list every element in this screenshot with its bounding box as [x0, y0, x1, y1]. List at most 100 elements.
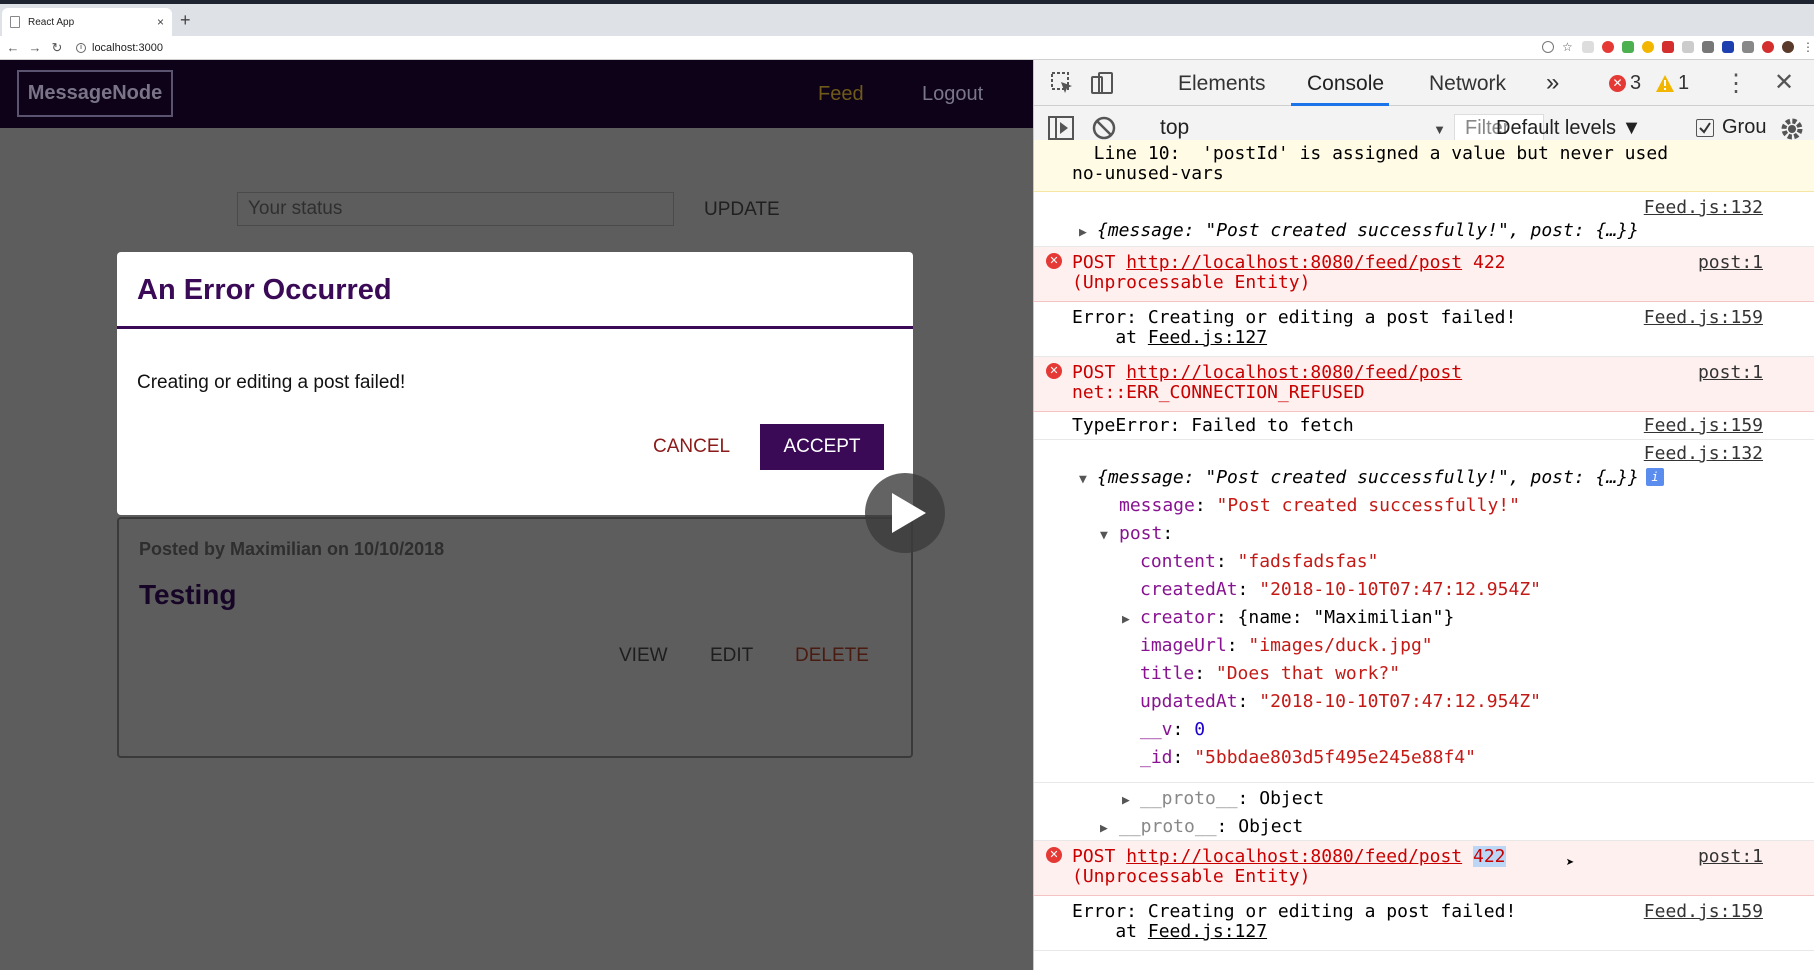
devtools-menu-icon[interactable]: ⋮ — [1724, 69, 1748, 98]
extension-icon[interactable] — [1622, 41, 1634, 53]
collapse-triangle-icon[interactable]: ▼ — [1079, 470, 1087, 490]
source-link[interactable]: Feed.js:132 — [1644, 198, 1763, 218]
console-error-message-row: TypeError: Failed to fetch Feed.js:159 — [1034, 412, 1814, 440]
expand-triangle-icon[interactable]: ▶ — [1079, 223, 1087, 243]
play-icon[interactable] — [865, 473, 945, 553]
tab-console[interactable]: Console — [1307, 72, 1384, 96]
source-link[interactable]: post:1 — [1698, 253, 1763, 273]
extension-icon[interactable] — [1742, 41, 1754, 53]
source-link[interactable]: Feed.js:159 — [1644, 416, 1763, 436]
console-warning-row: Line 10: 'postId' is assigned a value bu… — [1034, 140, 1814, 192]
edit-post-button[interactable]: EDIT — [710, 645, 753, 667]
gear-icon[interactable] — [1779, 116, 1805, 142]
error-message: Error: Creating or editing a post failed… — [1072, 901, 1517, 922]
log-object-summary[interactable]: {message: "Post created successfully!", … — [1097, 468, 1639, 488]
stack-location-link[interactable]: Feed.js:127 — [1148, 921, 1267, 942]
nav-logout-link[interactable]: Logout — [922, 83, 983, 106]
prop-key: title — [1140, 663, 1195, 684]
app-header: MessageNode Feed Logout — [0, 60, 1033, 128]
forward-icon[interactable]: → — [26, 40, 44, 55]
prop-value: "5bbdae803d5f495e245e88f4" — [1194, 747, 1476, 768]
view-post-button[interactable]: VIEW — [619, 645, 668, 667]
warning-text: Line 10: 'postId' is assigned a value bu… — [1072, 143, 1669, 164]
expand-triangle-icon[interactable]: ▶ — [1122, 791, 1130, 811]
avatar[interactable] — [1782, 41, 1794, 53]
checkbox-icon[interactable] — [1696, 118, 1714, 137]
extension-icon[interactable] — [1642, 41, 1654, 53]
more-tabs-icon[interactable]: » — [1546, 69, 1559, 97]
expand-triangle-icon[interactable]: ▶ — [1122, 610, 1130, 630]
browser-tab[interactable]: React App × — [2, 8, 172, 36]
log-levels-dropdown[interactable]: Default levels ▼ — [1496, 117, 1641, 140]
prop-value: "Does that work?" — [1215, 663, 1401, 684]
context-selector[interactable]: top ▼ — [1160, 115, 1446, 141]
extension-icon[interactable] — [1662, 41, 1674, 53]
console-log-row-expanded[interactable]: Feed.js:132 ▼ {message: "Post created su… — [1034, 440, 1814, 783]
back-icon[interactable]: ← — [4, 40, 22, 55]
expand-triangle-icon[interactable]: ▶ — [1100, 819, 1108, 839]
mouse-cursor-icon: ➤ — [1566, 855, 1575, 871]
source-link[interactable]: Feed.js:159 — [1644, 902, 1763, 922]
prop-key: content — [1140, 551, 1216, 572]
extension-icon[interactable] — [1582, 41, 1594, 53]
stack-location-link[interactable]: Feed.js:127 — [1148, 327, 1267, 348]
app-logo[interactable]: MessageNode — [17, 70, 173, 117]
http-status-text: (Unprocessable Entity) — [1072, 272, 1311, 293]
prop-key: __proto__ — [1119, 816, 1217, 837]
warning-count-badge[interactable]: 1 — [1656, 72, 1689, 95]
error-message: TypeError: Failed to fetch — [1072, 415, 1354, 436]
source-link[interactable]: Feed.js:159 — [1644, 308, 1763, 328]
accept-button[interactable]: ACCEPT — [760, 424, 884, 470]
sidebar-toggle-icon[interactable] — [1048, 116, 1074, 140]
update-status-button[interactable]: UPDATE — [704, 199, 780, 221]
status-input[interactable]: Your status — [237, 192, 674, 226]
console-error-message-row: Error: Creating or editing a post failed… — [1034, 302, 1814, 357]
error-count: 3 — [1630, 72, 1642, 94]
extension-icon[interactable] — [1702, 41, 1714, 53]
request-url-link[interactable]: http://localhost:8080/feed/post — [1126, 846, 1462, 867]
collapse-triangle-icon[interactable]: ▼ — [1100, 526, 1108, 546]
log-object-summary[interactable]: {message: "Post created successfully!", … — [1097, 221, 1639, 241]
clear-console-icon[interactable] — [1092, 116, 1116, 140]
prop-value: "fadsfadsfas" — [1237, 551, 1379, 572]
new-tab-button[interactable]: + — [180, 10, 191, 31]
tab-elements[interactable]: Elements — [1178, 72, 1266, 96]
extension-icon[interactable] — [1682, 41, 1694, 53]
address-bar[interactable]: i localhost:3000 — [76, 42, 163, 54]
http-status: 422 — [1462, 252, 1506, 273]
http-status-text: (Unprocessable Entity) — [1072, 866, 1311, 887]
cancel-button[interactable]: CANCEL — [639, 424, 744, 470]
info-icon[interactable]: i — [1646, 468, 1664, 486]
source-link[interactable]: Feed.js:132 — [1644, 444, 1763, 464]
tab-close-icon[interactable]: × — [157, 15, 164, 29]
prop-value: {name: "Maximilian"} — [1237, 607, 1455, 628]
devtools-tabbar: Elements Console Network » ✕ 3 1 ⋮ ✕ — [1034, 60, 1814, 106]
bookmark-star-icon[interactable]: ☆ — [1562, 41, 1574, 53]
error-count-badge[interactable]: ✕ 3 — [1609, 72, 1641, 95]
device-toolbar-icon[interactable] — [1090, 71, 1114, 95]
source-link[interactable]: post:1 — [1698, 363, 1763, 383]
request-url-link[interactable]: http://localhost:8080/feed/post — [1126, 252, 1462, 273]
extension-icon[interactable] — [1762, 41, 1774, 53]
post-title: Testing — [139, 579, 237, 610]
extension-icon[interactable] — [1722, 41, 1734, 53]
delete-post-button[interactable]: DELETE — [795, 645, 869, 667]
site-info-icon[interactable]: i — [76, 42, 86, 53]
stack-prefix: at — [1072, 327, 1148, 348]
source-link[interactable]: post:1 — [1698, 847, 1763, 867]
group-similar-checkbox[interactable]: Grou — [1696, 116, 1766, 139]
console-error-message-row: Error: Creating or editing a post failed… — [1034, 896, 1814, 951]
extension-icon[interactable] — [1602, 41, 1614, 53]
network-error-text: net::ERR_CONNECTION_REFUSED — [1072, 382, 1365, 403]
nav-feed-link[interactable]: Feed — [818, 83, 864, 106]
zoom-icon[interactable] — [1542, 41, 1554, 53]
console-output: Line 10: 'postId' is assigned a value bu… — [1034, 140, 1814, 970]
tab-network[interactable]: Network — [1429, 72, 1506, 96]
request-url-link[interactable]: http://localhost:8080/feed/post — [1126, 362, 1462, 383]
prop-key: imageUrl — [1140, 635, 1227, 656]
inspect-element-icon[interactable] — [1050, 71, 1074, 95]
menu-icon[interactable]: ⋮ — [1802, 41, 1814, 53]
reload-icon[interactable]: ↻ — [48, 40, 66, 56]
close-devtools-icon[interactable]: ✕ — [1774, 68, 1794, 97]
console-log-row[interactable]: Feed.js:132 ▶ {message: "Post created su… — [1034, 192, 1814, 247]
